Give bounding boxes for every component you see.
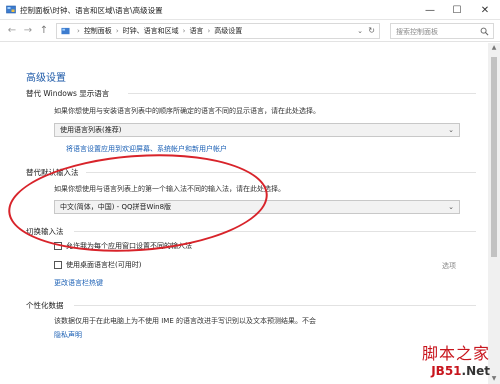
breadcrumb-separator: ›: [77, 27, 80, 35]
change-hotkey-link[interactable]: 更改语言栏热键: [54, 278, 103, 288]
search-box[interactable]: 搜索控制面板: [390, 23, 494, 39]
display-language-selected: 使用语言列表(推荐): [60, 126, 122, 134]
watermark-domain-suffix: .Net: [461, 364, 490, 378]
switch-input-heading: 切换输入法: [26, 227, 64, 236]
per-app-input-checkbox[interactable]: [54, 242, 62, 250]
breadcrumb-clock-language-region[interactable]: 时钟、语言和区域: [123, 26, 179, 36]
input-method-dropdown[interactable]: 中文(简体，中国) - QQ拼音Win8版 ⌄: [54, 200, 460, 214]
watermark-domain-main: JB51: [431, 364, 462, 378]
up-arrow-icon[interactable]: ↑: [38, 24, 50, 38]
privacy-statement-link[interactable]: 隐私声明: [54, 330, 82, 340]
watermark-title: 脚本之家: [421, 344, 490, 363]
forward-arrow-icon[interactable]: →: [22, 24, 34, 38]
chevron-down-icon: ⌄: [448, 203, 454, 211]
control-panel-icon: [6, 5, 16, 14]
scroll-thumb[interactable]: [491, 57, 497, 257]
scroll-up-icon[interactable]: ▲: [488, 43, 500, 53]
input-method-selected: 中文(简体，中国) - QQ拼音Win8版: [60, 203, 172, 211]
options-link[interactable]: 选项: [442, 261, 456, 271]
watermark: 脚本之家 JB51.Net: [422, 340, 490, 378]
breadcrumb-separator: ›: [182, 27, 186, 35]
minimize-button[interactable]: —: [417, 0, 443, 20]
address-bar[interactable]: › 控制面板 › 时钟、语言和区域 › 语言 › 高级设置 ⌄ ↻: [56, 23, 380, 39]
per-app-input-label: 允许我为每个应用窗口设置不同的输入法: [66, 242, 192, 250]
title-bar: 控制面板\时钟、语言和区域\语言\高级设置 — ☐ ✕: [0, 0, 500, 20]
chevron-down-icon[interactable]: ⌄: [357, 27, 363, 35]
display-language-heading: 替代 Windows 显示语言: [26, 89, 110, 98]
section-divider: [74, 305, 476, 306]
search-input[interactable]: 搜索控制面板: [396, 27, 438, 37]
input-method-heading: 替代默认输入法: [26, 168, 79, 177]
chevron-down-icon: ⌄: [448, 126, 454, 134]
navigation-bar: ← → ↑ › 控制面板 › 时钟、语言和区域 › 语言 › 高级设置 ⌄ ↻ …: [0, 20, 500, 42]
section-divider: [74, 231, 476, 232]
close-button[interactable]: ✕: [472, 0, 498, 20]
breadcrumb-separator: ›: [115, 27, 119, 35]
maximize-button[interactable]: ☐: [444, 0, 470, 20]
desktop-language-bar-option[interactable]: 使用桌面语言栏(可用时): [54, 260, 141, 270]
breadcrumb-advanced-settings[interactable]: 高级设置: [214, 26, 242, 36]
breadcrumb-language[interactable]: 语言: [189, 26, 203, 36]
page-title: 高级设置: [26, 73, 66, 84]
vertical-scrollbar[interactable]: ▲ ▼: [488, 43, 500, 384]
section-divider: [86, 172, 476, 173]
personalization-description: 该数据仅用于在此电脑上为不使用 IME 的语言改进手写识别以及文本预测结果。不会: [54, 317, 316, 325]
desktop-language-bar-checkbox[interactable]: [54, 261, 62, 269]
apply-language-settings-link[interactable]: 将语言设置应用到欢迎屏幕、系统帐户和新用户帐户: [66, 144, 227, 154]
desktop-language-bar-label: 使用桌面语言栏(可用时): [66, 261, 142, 269]
back-arrow-icon[interactable]: ←: [6, 24, 18, 38]
personalization-heading: 个性化数据: [26, 301, 64, 310]
breadcrumb-separator: ›: [207, 27, 211, 35]
breadcrumb-control-panel[interactable]: 控制面板: [84, 26, 112, 36]
window-title: 控制面板\时钟、语言和区域\语言\高级设置: [20, 6, 163, 15]
display-language-dropdown[interactable]: 使用语言列表(推荐) ⌄: [54, 123, 460, 137]
section-divider: [128, 93, 476, 94]
search-icon: [480, 27, 489, 36]
display-language-description: 如果你想使用与安装语言列表中的顺序所确定的语言不同的显示语言，请在此处选择。: [54, 107, 320, 115]
main-content: 高级设置 替代 Windows 显示语言 如果你想使用与安装语言列表中的顺序所确…: [0, 43, 500, 384]
input-method-description: 如果你想使用与语言列表上的第一个输入法不同的输入法，请在此处选择。: [54, 185, 285, 193]
refresh-icon[interactable]: ↻: [368, 26, 375, 35]
control-panel-icon: [61, 27, 70, 34]
watermark-domain: JB51.Net: [422, 364, 490, 378]
per-app-input-option[interactable]: 允许我为每个应用窗口设置不同的输入法: [54, 241, 192, 251]
